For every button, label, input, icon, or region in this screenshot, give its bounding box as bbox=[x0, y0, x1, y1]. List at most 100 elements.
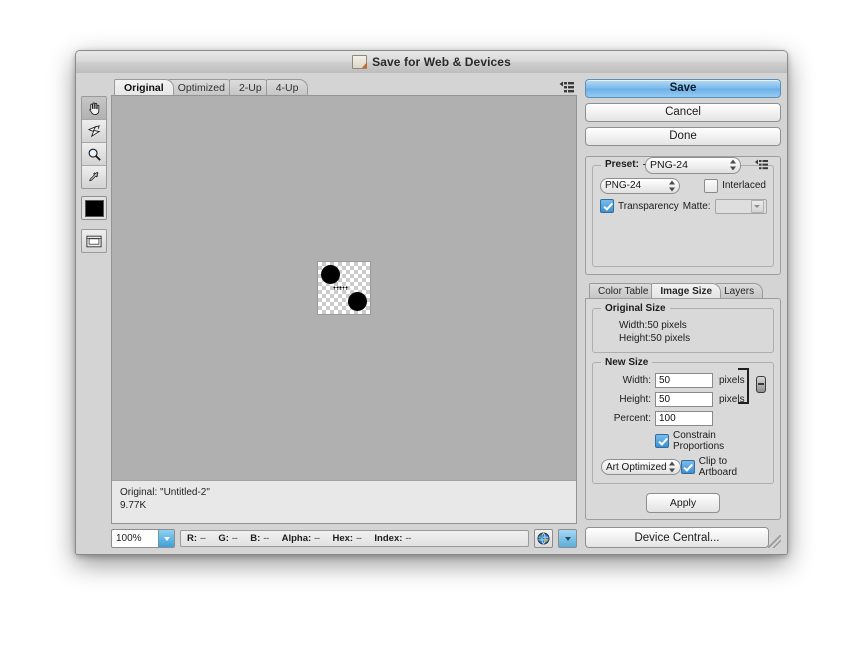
quality-select[interactable]: Art Optimized bbox=[601, 459, 681, 475]
transparency-checkbox[interactable] bbox=[600, 199, 614, 214]
original-height: Height:50 pixels bbox=[619, 333, 691, 344]
cancel-button[interactable]: Cancel bbox=[585, 102, 781, 122]
tab-color-table[interactable]: Color Table bbox=[589, 283, 658, 298]
tab-optimized[interactable]: Optimized bbox=[167, 79, 235, 95]
slice-select-tool[interactable] bbox=[82, 120, 106, 143]
file-format-value: PNG-24 bbox=[605, 180, 642, 192]
stepper-icon bbox=[669, 461, 676, 473]
clip-to-artboard-row[interactable]: Clip to Artboard bbox=[680, 456, 765, 478]
new-width-input[interactable]: 50 bbox=[655, 373, 713, 388]
artwork-preview bbox=[317, 261, 371, 315]
readout-key-index: Index: bbox=[374, 533, 403, 544]
panel-menu-icon[interactable] bbox=[559, 81, 575, 94]
tab-4up[interactable]: 4-Up bbox=[265, 79, 309, 95]
apply-button[interactable]: Apply bbox=[646, 493, 720, 513]
optimization-settings-panel: Preset: – PNG-24 bbox=[585, 155, 781, 275]
image-size-tabstrip: Color Table Image Size Layers bbox=[585, 283, 781, 298]
foreground-color-swatch[interactable] bbox=[81, 196, 107, 220]
original-size-group: Original Size Width:50 pixels Height:50 … bbox=[592, 303, 774, 353]
readout-key-g: G: bbox=[218, 533, 229, 544]
readout-value-b: -- bbox=[263, 533, 269, 544]
new-height-input[interactable]: 50 bbox=[655, 392, 713, 407]
tab-image-size-label: Image Size bbox=[660, 285, 713, 297]
percent-row: Percent: 100 bbox=[601, 411, 765, 426]
chevron-down-icon bbox=[750, 199, 764, 213]
stepper-icon bbox=[729, 159, 736, 171]
interlaced-label: Interlaced bbox=[722, 180, 766, 192]
window-titlebar: Save for Web & Devices bbox=[76, 51, 787, 74]
image-status: Original: "Untitled-2" 9.77K bbox=[112, 481, 576, 523]
slice-select-icon bbox=[87, 124, 100, 137]
interlaced-checkbox[interactable] bbox=[704, 178, 719, 193]
constrain-proportions-checkbox[interactable] bbox=[655, 434, 669, 448]
artwork-dot bbox=[321, 265, 340, 284]
tab-original[interactable]: Original bbox=[114, 79, 174, 95]
zoom-level-combobox[interactable]: 100% bbox=[111, 529, 175, 548]
tab-optimized-label: Optimized bbox=[177, 81, 225, 94]
interlaced-checkbox-row[interactable]: Interlaced bbox=[704, 178, 766, 193]
clip-to-artboard-checkbox[interactable] bbox=[680, 460, 695, 474]
readout-key-r: R: bbox=[187, 533, 198, 544]
done-button[interactable]: Done bbox=[585, 126, 781, 146]
tab-layers-label: Layers bbox=[724, 285, 755, 297]
settings-menu-icon[interactable] bbox=[755, 159, 769, 171]
readout-value-alpha: -- bbox=[314, 533, 320, 544]
zoom-tool[interactable] bbox=[82, 143, 106, 166]
zoom-level-value: 100% bbox=[116, 533, 142, 544]
matte-select[interactable] bbox=[714, 198, 767, 214]
constrain-proportions-label: Constrain Proportions bbox=[673, 430, 725, 452]
file-format-select[interactable]: PNG-24 bbox=[600, 177, 680, 194]
bottom-bar: 100% R: -- G: -- B: -- Alpha: -- Hex: --… bbox=[111, 529, 577, 548]
device-central-button[interactable]: Device Central... bbox=[585, 527, 769, 548]
resize-grip[interactable] bbox=[768, 535, 781, 548]
new-height-label: Height: bbox=[619, 394, 651, 405]
original-size-legend: Original Size bbox=[601, 303, 670, 314]
toggle-slice-visibility-button[interactable] bbox=[81, 229, 107, 253]
percent-input[interactable]: 100 bbox=[655, 411, 713, 426]
save-for-web-window: Save for Web & Devices Original Optimize… bbox=[75, 50, 788, 555]
clip-to-artboard-label: Clip to Artboard bbox=[698, 456, 738, 478]
matte-label: Matte: bbox=[682, 200, 711, 212]
preset-label: Preset: bbox=[605, 158, 639, 170]
status-line-filename: Original: "Untitled-2" bbox=[120, 487, 210, 498]
hand-icon bbox=[88, 102, 99, 115]
window-title: Save for Web & Devices bbox=[372, 55, 511, 69]
tab-4up-label: 4-Up bbox=[275, 81, 299, 94]
preview-tabstrip: Original Optimized 2-Up 4-Up bbox=[111, 79, 577, 95]
readout-key-b: B: bbox=[250, 533, 261, 544]
tab-image-size[interactable]: Image Size bbox=[651, 283, 722, 298]
toolbox bbox=[81, 79, 107, 548]
readout-key-alpha: Alpha: bbox=[281, 533, 312, 544]
chevron-down-icon[interactable] bbox=[158, 530, 174, 547]
eyedropper-icon bbox=[88, 171, 98, 181]
new-size-legend: New Size bbox=[601, 357, 653, 368]
transparency-label: Transparency bbox=[618, 200, 679, 212]
globe-icon[interactable] bbox=[534, 529, 553, 548]
tab-color-table-label: Color Table bbox=[598, 285, 649, 297]
preset-value: PNG-24 bbox=[650, 159, 688, 172]
foreground-color bbox=[84, 199, 104, 217]
stepper-icon bbox=[668, 180, 675, 192]
artwork-speck bbox=[333, 286, 348, 290]
eyedropper-tool[interactable] bbox=[82, 166, 106, 188]
save-button[interactable]: Save bbox=[585, 79, 781, 98]
readout-value-r: -- bbox=[200, 533, 206, 544]
transparency-checkbox-row[interactable]: Transparency bbox=[600, 199, 679, 214]
constrain-bracket-icon bbox=[738, 368, 749, 404]
color-readout: R: -- G: -- B: -- Alpha: -- Hex: -- Inde… bbox=[180, 530, 529, 547]
preview-frame: Original: "Untitled-2" 9.77K bbox=[111, 95, 577, 524]
image-size-panel: Original Size Width:50 pixels Height:50 … bbox=[585, 298, 781, 520]
tab-layers[interactable]: Layers bbox=[715, 283, 764, 298]
readout-value-g: -- bbox=[231, 533, 238, 544]
preview-in-browser-dropdown[interactable] bbox=[558, 529, 577, 548]
quality-value: Art Optimized bbox=[606, 461, 667, 473]
preset-select[interactable]: PNG-24 bbox=[645, 156, 741, 174]
photoshop-document-icon bbox=[352, 55, 368, 69]
constrain-proportions-row[interactable]: Constrain Proportions bbox=[601, 430, 765, 452]
hand-tool[interactable] bbox=[82, 97, 106, 120]
readout-value-index: -- bbox=[405, 533, 411, 544]
percent-label: Percent: bbox=[613, 413, 651, 424]
device-central-row: Device Central... bbox=[585, 527, 781, 548]
new-width-label: Width: bbox=[622, 375, 651, 386]
image-canvas[interactable] bbox=[112, 96, 576, 481]
